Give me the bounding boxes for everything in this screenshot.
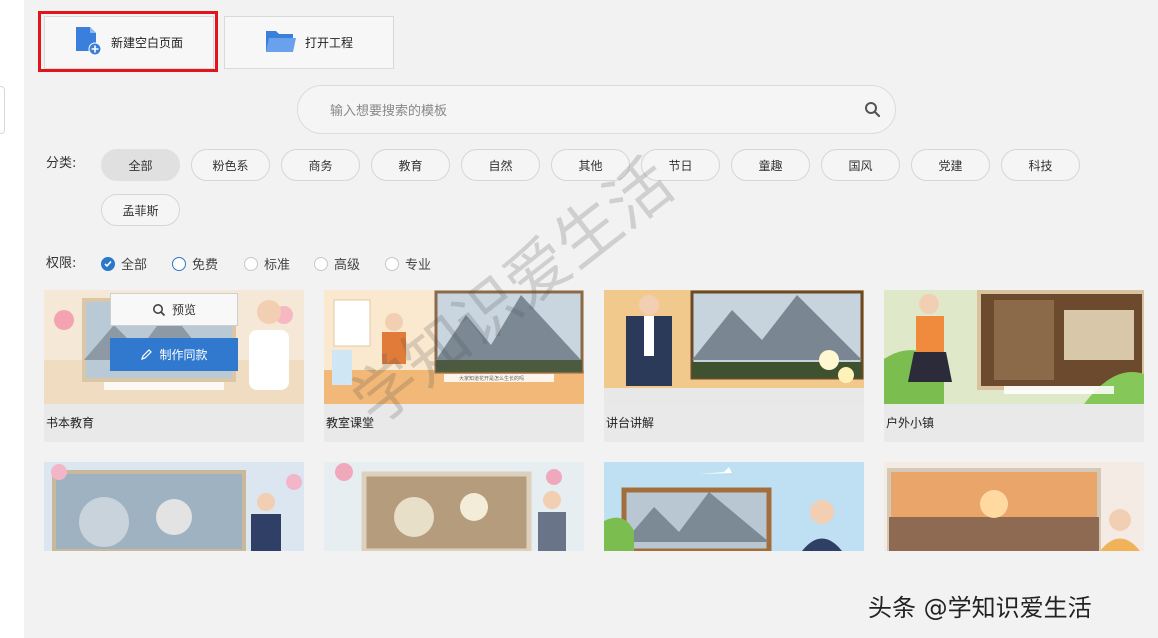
make-same-label: 制作同款 [159,348,208,362]
permission-option-label: 标准 [264,258,291,273]
template-thumbnail [604,462,864,551]
side-collapse-handle[interactable] [0,86,5,134]
template-card[interactable] [884,462,1144,551]
permission-option-free[interactable]: 免费 [172,254,218,273]
open-project-label: 打开工程 [305,36,354,50]
template-search-bar[interactable] [297,85,896,134]
template-thumbnail [324,462,584,551]
template-title: 书本教育 [46,416,95,430]
permission-option-label: 专业 [405,258,432,273]
new-page-icon [73,26,103,60]
radio-icon [244,256,258,271]
template-card[interactable] [604,462,864,551]
template-thumbnail: 大家知道花开是怎么生长的吗 [324,290,584,404]
make-same-button[interactable]: 制作同款 [110,338,238,371]
checked-radio-icon [101,256,115,271]
template-thumbnail [884,290,1144,404]
permission-option-label: 免费 [192,258,219,273]
category-chip-chinese-style[interactable]: 国风 [821,149,900,181]
template-title: 户外小镇 [886,416,935,430]
search-icon[interactable] [864,101,881,122]
svg-text:大家知道花开是怎么生长的吗: 大家知道花开是怎么生长的吗 [459,375,524,382]
category-chip-festival[interactable]: 节日 [641,149,720,181]
template-thumbnail [884,462,1144,551]
preview-button[interactable]: 预览 [110,293,238,326]
category-chip-pink[interactable]: 粉色系 [191,149,270,181]
template-title: 教室课堂 [326,416,375,430]
permission-option-label: 全部 [121,258,148,273]
permission-option-label: 高级 [334,258,361,273]
new-blank-page-button[interactable]: 新建空白页面 [44,16,214,69]
category-chip-education[interactable]: 教育 [371,149,450,181]
template-card[interactable]: 预览 制作同款 书本教育 [44,290,304,442]
permission-option-standard[interactable]: 标准 [244,254,290,273]
category-chip-business[interactable]: 商务 [281,149,360,181]
category-chip-tech[interactable]: 科技 [1001,149,1080,181]
category-chip-party[interactable]: 党建 [911,149,990,181]
radio-icon [385,256,399,271]
permission-option-all[interactable]: 全部 [101,254,147,273]
permission-label: 权限: [46,256,77,271]
category-chip-other[interactable]: 其他 [551,149,630,181]
template-card[interactable] [44,462,304,551]
open-project-button[interactable]: 打开工程 [224,16,394,69]
folder-icon [265,28,297,58]
permission-option-premium[interactable]: 高级 [314,254,360,273]
template-card[interactable]: 大家知道花开是怎么生长的吗 教室课堂 [324,290,584,442]
template-thumbnail [604,290,864,404]
category-chip-memphis[interactable]: 孟菲斯 [101,194,180,226]
template-thumbnail [44,462,304,551]
new-blank-page-label: 新建空白页面 [111,36,184,50]
template-card[interactable]: 户外小镇 [884,290,1144,442]
preview-label: 预览 [171,303,196,317]
source-watermark: 头条 @学知识爱生活 [868,594,1092,622]
category-chip-kids[interactable]: 童趣 [731,149,810,181]
category-chip-nature[interactable]: 自然 [461,149,540,181]
radio-icon [172,256,186,271]
search-input[interactable] [328,99,832,123]
template-card[interactable]: 讲台讲解 [604,290,864,442]
edit-icon [141,349,153,360]
permission-option-pro[interactable]: 专业 [385,254,431,273]
category-label: 分类: [46,156,77,171]
category-chip-all[interactable]: 全部 [101,149,180,181]
template-title: 讲台讲解 [606,416,655,430]
radio-icon [314,256,328,271]
template-card[interactable] [324,462,584,551]
search-icon [152,303,166,316]
template-thumbnail: 预览 制作同款 [44,290,304,404]
